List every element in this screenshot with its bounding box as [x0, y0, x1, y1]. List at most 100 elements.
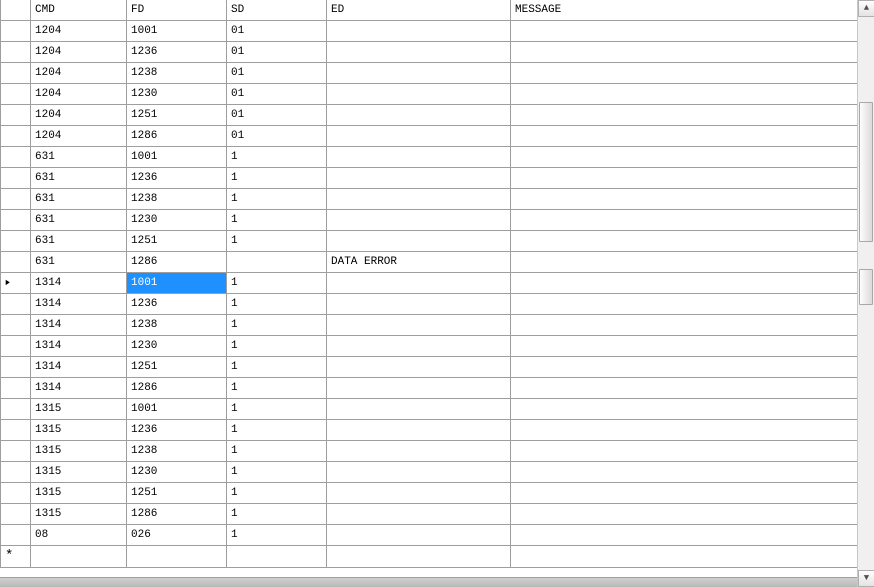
cell-sd[interactable]: 1 — [227, 378, 327, 399]
cell-fd[interactable]: 1236 — [127, 42, 227, 63]
cell-cmd[interactable] — [31, 546, 127, 568]
table-row[interactable]: 1204128601 — [1, 126, 858, 147]
cell-msg[interactable] — [511, 126, 858, 147]
cell-sd[interactable]: 01 — [227, 42, 327, 63]
cell-cmd[interactable]: 1204 — [31, 63, 127, 84]
cell-sd[interactable]: 1 — [227, 168, 327, 189]
row-header[interactable] — [1, 378, 31, 399]
cell-fd[interactable]: 1238 — [127, 63, 227, 84]
scroll-down-arrow-icon[interactable]: ▼ — [858, 570, 874, 587]
row-header[interactable] — [1, 189, 31, 210]
table-row[interactable]: 131412301 — [1, 336, 858, 357]
cell-msg[interactable] — [511, 441, 858, 462]
cell-msg[interactable] — [511, 210, 858, 231]
cell-cmd[interactable]: 631 — [31, 168, 127, 189]
cell-sd[interactable]: 1 — [227, 147, 327, 168]
cell-sd[interactable]: 1 — [227, 462, 327, 483]
cell-sd[interactable]: 1 — [227, 504, 327, 525]
cell-ed[interactable] — [327, 546, 511, 568]
row-header[interactable] — [1, 252, 31, 273]
row-header[interactable] — [1, 315, 31, 336]
cell-msg[interactable] — [511, 84, 858, 105]
row-header[interactable] — [1, 483, 31, 504]
cell-cmd[interactable]: 1314 — [31, 294, 127, 315]
table-row[interactable]: 1204125101 — [1, 105, 858, 126]
cell-ed[interactable] — [327, 525, 511, 546]
cell-ed[interactable] — [327, 441, 511, 462]
table-row[interactable]: 6311286DATA ERROR — [1, 252, 858, 273]
cell-cmd[interactable]: 1314 — [31, 315, 127, 336]
cell-sd[interactable]: 1 — [227, 315, 327, 336]
cell-sd[interactable]: 1 — [227, 483, 327, 504]
cell-sd[interactable]: 1 — [227, 273, 327, 294]
table-row[interactable]: 131512301 — [1, 462, 858, 483]
table-row[interactable]: 131512511 — [1, 483, 858, 504]
table-row[interactable]: 131510011 — [1, 399, 858, 420]
vertical-scrollbar[interactable]: ▲ ▼ — [857, 0, 874, 587]
cell-fd[interactable]: 1286 — [127, 252, 227, 273]
cell-sd[interactable]: 1 — [227, 294, 327, 315]
cell-ed[interactable] — [327, 483, 511, 504]
cell-ed[interactable] — [327, 168, 511, 189]
row-header[interactable] — [1, 231, 31, 252]
cell-msg[interactable] — [511, 21, 858, 42]
new-row[interactable] — [1, 546, 858, 568]
cell-fd[interactable]: 1251 — [127, 357, 227, 378]
cell-cmd[interactable]: 1204 — [31, 105, 127, 126]
cell-cmd[interactable]: 1314 — [31, 378, 127, 399]
cell-sd[interactable]: 1 — [227, 420, 327, 441]
cell-fd[interactable]: 1230 — [127, 336, 227, 357]
table-row[interactable]: 63112511 — [1, 231, 858, 252]
cell-cmd[interactable]: 1314 — [31, 336, 127, 357]
cell-msg[interactable] — [511, 546, 858, 568]
cell-msg[interactable] — [511, 504, 858, 525]
cell-fd[interactable]: 1286 — [127, 504, 227, 525]
rowheader-corner[interactable] — [1, 0, 31, 21]
row-header[interactable] — [1, 84, 31, 105]
row-header[interactable] — [1, 168, 31, 189]
row-header[interactable] — [1, 441, 31, 462]
cell-ed[interactable] — [327, 189, 511, 210]
cell-msg[interactable] — [511, 147, 858, 168]
col-header-sd[interactable]: SD — [227, 0, 327, 21]
cell-fd[interactable]: 1001 — [127, 399, 227, 420]
row-header[interactable] — [1, 210, 31, 231]
cell-ed[interactable] — [327, 504, 511, 525]
cell-ed[interactable] — [327, 63, 511, 84]
cell-sd[interactable]: 01 — [227, 21, 327, 42]
cell-cmd[interactable]: 631 — [31, 210, 127, 231]
cell-fd[interactable]: 1236 — [127, 294, 227, 315]
cell-sd[interactable]: 1 — [227, 525, 327, 546]
cell-cmd[interactable]: 1315 — [31, 441, 127, 462]
row-header[interactable] — [1, 420, 31, 441]
cell-cmd[interactable]: 1315 — [31, 504, 127, 525]
cell-fd[interactable]: 1251 — [127, 231, 227, 252]
col-header-cmd[interactable]: CMD — [31, 0, 127, 21]
cell-msg[interactable] — [511, 252, 858, 273]
cell-msg[interactable] — [511, 63, 858, 84]
row-header[interactable] — [1, 336, 31, 357]
row-header[interactable] — [1, 462, 31, 483]
cell-msg[interactable] — [511, 315, 858, 336]
new-row-marker-icon[interactable] — [1, 546, 31, 568]
cell-fd[interactable]: 1230 — [127, 462, 227, 483]
row-header[interactable] — [1, 273, 31, 294]
cell-cmd[interactable]: 1204 — [31, 126, 127, 147]
table-row[interactable]: 1204123801 — [1, 63, 858, 84]
cell-cmd[interactable]: 631 — [31, 189, 127, 210]
cell-ed[interactable] — [327, 42, 511, 63]
cell-fd[interactable]: 1230 — [127, 210, 227, 231]
cell-ed[interactable] — [327, 420, 511, 441]
cell-fd[interactable]: 1286 — [127, 378, 227, 399]
header-row[interactable]: CMD FD SD ED MESSAGE — [1, 0, 858, 21]
row-header[interactable] — [1, 147, 31, 168]
cell-ed[interactable] — [327, 336, 511, 357]
table-row[interactable]: 63112301 — [1, 210, 858, 231]
cell-ed[interactable] — [327, 357, 511, 378]
col-header-ed[interactable]: ED — [327, 0, 511, 21]
cell-cmd[interactable]: 1315 — [31, 399, 127, 420]
cell-sd[interactable]: 01 — [227, 105, 327, 126]
cell-cmd[interactable]: 1314 — [31, 273, 127, 294]
cell-ed[interactable] — [327, 147, 511, 168]
cell-fd[interactable]: 1230 — [127, 84, 227, 105]
